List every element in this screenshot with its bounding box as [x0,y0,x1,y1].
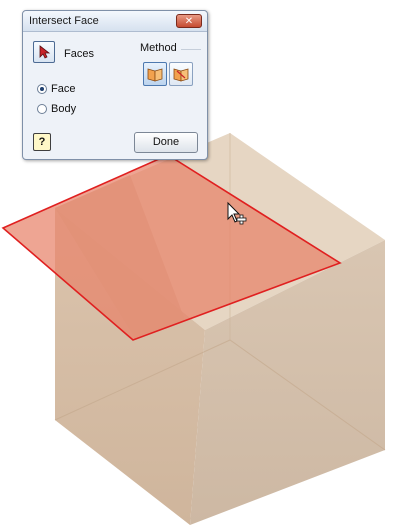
radio-body-control[interactable] [37,104,47,115]
radio-face-label: Face [51,83,76,96]
open-book-face-icon [147,68,163,82]
faces-select-button[interactable] [33,41,55,63]
radio-face-control[interactable] [37,84,47,95]
arrow-cursor-icon [39,45,51,59]
help-button[interactable]: ? [33,133,51,151]
close-button[interactable]: ✕ [176,14,202,28]
method-group-divider [181,49,201,50]
radio-body-option[interactable]: Body [37,103,76,115]
done-button[interactable]: Done [134,132,198,153]
radio-body-label: Body [51,103,77,116]
method-split-button[interactable] [169,62,193,86]
method-face-button[interactable] [143,62,167,86]
dialog-title: Intersect Face [29,15,99,27]
dialog-titlebar[interactable]: Intersect Face ✕ [23,11,207,32]
faces-label: Faces [64,48,94,60]
radio-face-option[interactable]: Face [37,83,75,95]
help-icon: ? [38,136,46,148]
intersect-face-dialog[interactable]: Intersect Face ✕ Faces Method Face Body … [22,10,208,160]
open-book-split-icon [173,68,189,82]
method-label: Method [140,42,177,54]
close-icon: ✕ [184,16,194,27]
